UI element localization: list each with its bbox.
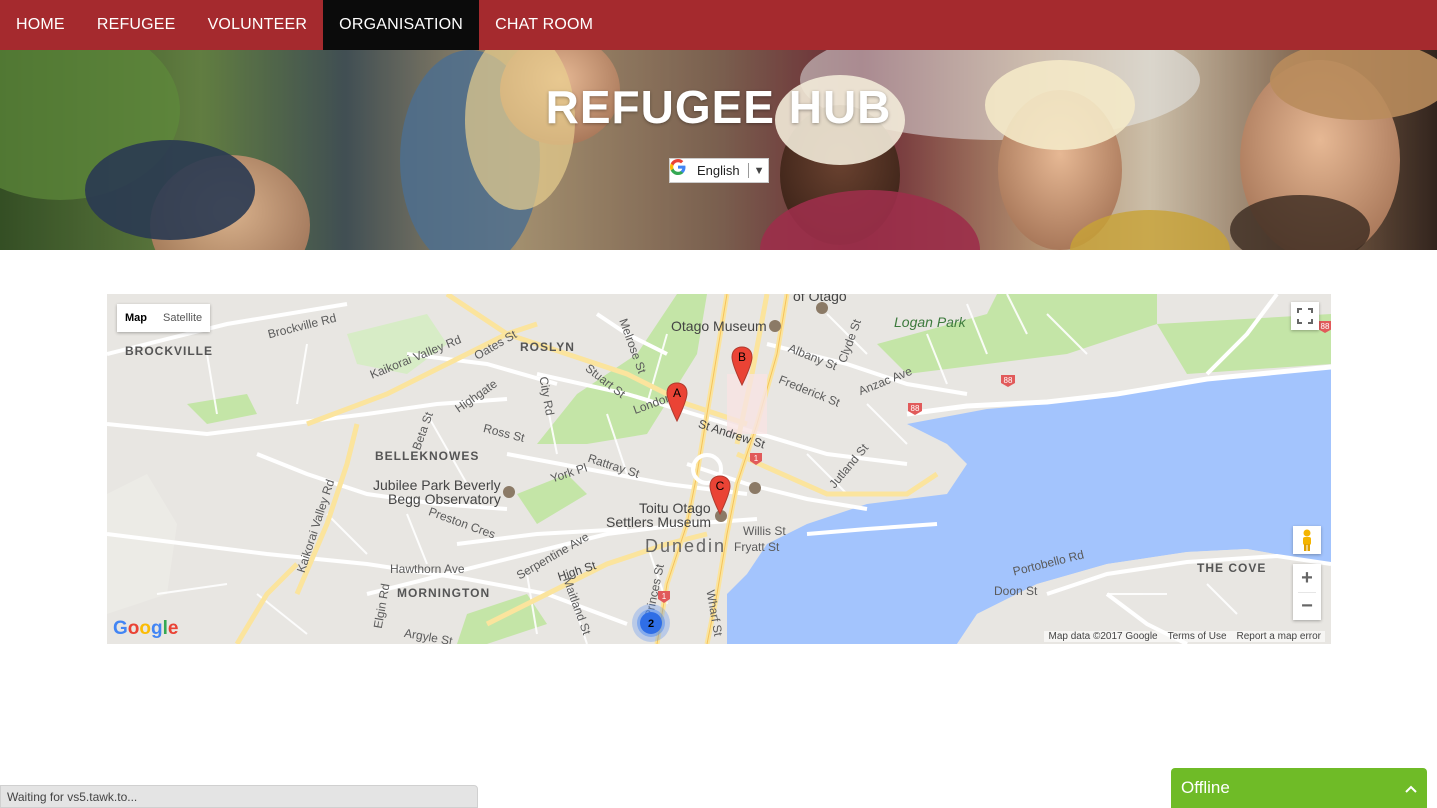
street-view-pegman[interactable] <box>1293 526 1321 554</box>
route-shield-icon: 88 <box>1318 321 1331 333</box>
pegman-icon <box>1303 529 1311 551</box>
map-attribution: Map data ©2017 Google Terms of Use Repor… <box>1044 631 1325 642</box>
route-shield-icon: 1 <box>658 591 670 603</box>
marker-c-label: C <box>716 479 725 493</box>
zoom-control: + − <box>1293 564 1321 620</box>
hero-banner: REFUGEE HUB English ▼ <box>0 50 1437 250</box>
route-shield-icon: 88 <box>1001 375 1015 387</box>
map-marker-b[interactable]: B <box>731 346 753 386</box>
terms-of-use-link[interactable]: Terms of Use <box>1168 631 1227 642</box>
university-poi-icon[interactable] <box>816 302 828 314</box>
map-label-dunedin: Dunedin <box>645 536 727 556</box>
map-label-toitu-2: Settlers Museum <box>606 514 712 530</box>
chevron-up-icon[interactable] <box>1405 780 1417 796</box>
map-tiles <box>107 294 1331 644</box>
poi-icon[interactable] <box>749 482 761 494</box>
route-shield-label: 1 <box>754 454 759 463</box>
map-label-roslyn: ROSLYN <box>520 340 575 354</box>
route-shield-label: 88 <box>1004 376 1013 385</box>
map-road-willis: Willis St <box>743 524 786 538</box>
nav-volunteer[interactable]: VOLUNTEER <box>192 0 324 50</box>
map-label-mornington: MORNINGTON <box>397 586 491 600</box>
map-type-control: Map Satellite <box>117 304 211 332</box>
nav-refugee[interactable]: REFUGEE <box>81 0 192 50</box>
route-shield-label: 88 <box>1321 322 1330 331</box>
google-logo: Google <box>113 618 179 639</box>
cluster-count: 2 <box>648 618 654 630</box>
map-label-logan-park: Logan Park <box>894 314 966 330</box>
page-title: REFUGEE HUB <box>545 81 892 133</box>
language-selector[interactable]: English ▼ <box>669 158 769 183</box>
fullscreen-button[interactable] <box>1291 302 1319 330</box>
map-label-jubilee-park-2: Begg Observatory <box>388 491 501 507</box>
map-road-hawthorn: Hawthorn Ave <box>390 562 465 576</box>
observatory-poi-icon[interactable] <box>503 486 515 498</box>
google-g-icon <box>670 159 694 183</box>
museum-poi-icon[interactable] <box>769 320 781 332</box>
nav-organisation[interactable]: ORGANISATION <box>323 0 480 50</box>
zoom-in-icon[interactable]: + <box>1301 565 1313 592</box>
route-shield-label: 88 <box>911 404 920 413</box>
map-label-otago-museum: Otago Museum <box>671 318 767 334</box>
map-label-brockville: BROCKVILLE <box>125 344 213 358</box>
zoom-out-icon[interactable]: − <box>1301 593 1313 620</box>
fullscreen-icon <box>1297 308 1313 324</box>
chat-widget[interactable]: Offline <box>1171 768 1427 808</box>
route-shield-label: 1 <box>662 592 667 601</box>
report-map-error-link[interactable]: Report a map error <box>1237 631 1321 642</box>
map-type-satellite-button[interactable]: Satellite <box>155 304 210 332</box>
language-selected: English <box>697 163 740 178</box>
nav-home[interactable]: HOME <box>0 0 81 50</box>
top-navbar: HOME REFUGEE VOLUNTEER ORGANISATION CHAT… <box>0 0 1437 50</box>
map-road-fryatt: Fryatt St <box>734 540 780 554</box>
marker-cluster[interactable]: 2 <box>631 603 671 643</box>
dropdown-arrow-icon: ▼ <box>753 164 765 177</box>
chat-status-label: Offline <box>1181 778 1230 797</box>
marker-b-label: B <box>738 350 746 364</box>
map-road-doon: Doon St <box>994 584 1038 598</box>
map-marker-a[interactable]: A <box>666 382 688 422</box>
route-shield-icon: 88 <box>908 403 922 415</box>
map-marker-c[interactable]: C <box>709 475 731 515</box>
google-map[interactable]: BROCKVILLE ROSLYN BELLEKNOWES MORNINGTON… <box>107 294 1331 644</box>
map-type-map-button[interactable]: Map <box>117 304 155 332</box>
map-label-belleknowes: BELLEKNOWES <box>375 449 480 463</box>
map-data-credit: Map data ©2017 Google <box>1048 631 1158 642</box>
route-shield-icon: 1 <box>750 453 762 465</box>
marker-a-label: A <box>673 386 681 400</box>
browser-status-bar: Waiting for vs5.tawk.to... <box>0 785 478 808</box>
map-label-the-cove: THE COVE <box>1197 561 1267 575</box>
language-divider <box>747 163 749 178</box>
nav-chat-room[interactable]: CHAT ROOM <box>479 0 609 50</box>
